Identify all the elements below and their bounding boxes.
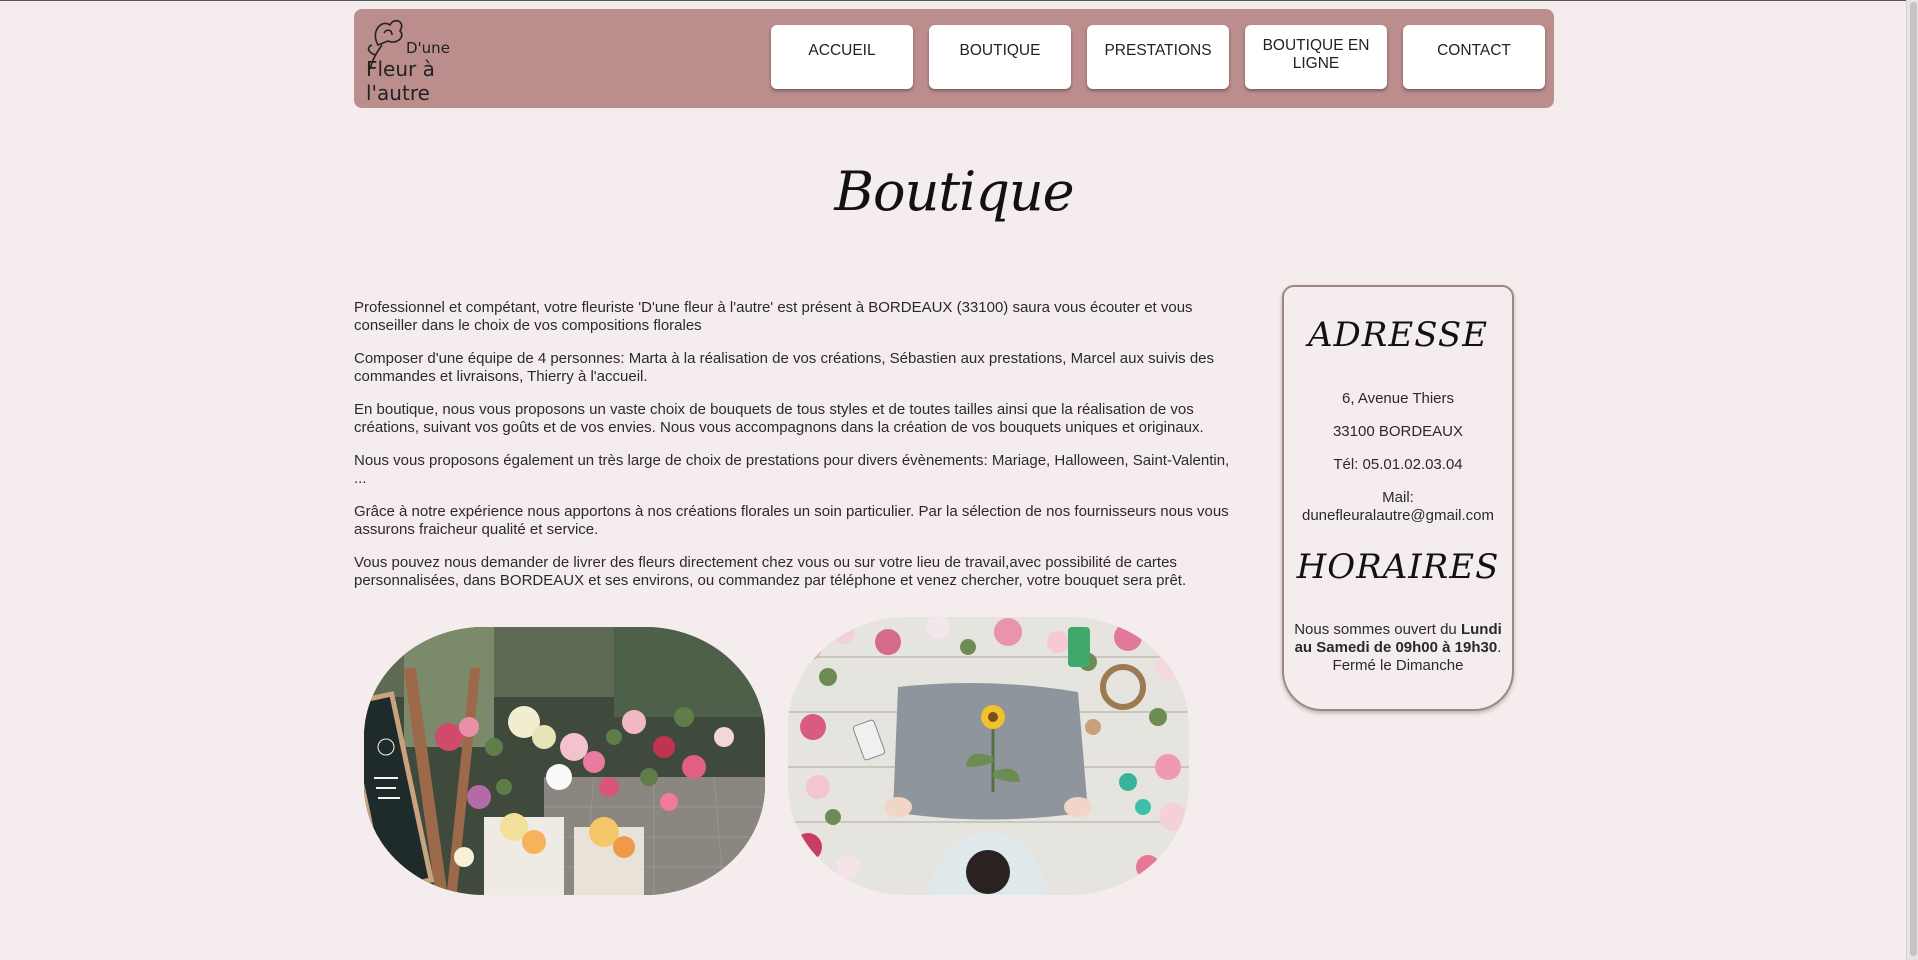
hours-suffix: . bbox=[1497, 639, 1502, 656]
paragraph: Vous pouvez nous demander de livrer des … bbox=[354, 554, 1187, 589]
paragraph: Grâce à notre expérience nous apportons … bbox=[354, 503, 1229, 538]
nav-boutique-en-ligne-button[interactable]: BOUTIQUE EN LIGNE bbox=[1245, 25, 1387, 89]
scrollbar-thumb[interactable] bbox=[1910, 2, 1917, 956]
hours-heading: HORAIRES bbox=[1296, 547, 1500, 587]
hours-prefix: Nous sommes ouvert du bbox=[1294, 621, 1461, 638]
address-heading: ADRESSE bbox=[1307, 315, 1489, 355]
mail-label: Mail: bbox=[1382, 489, 1414, 506]
nav-boutique-button[interactable]: BOUTIQUE bbox=[929, 25, 1071, 89]
address-street: 6, Avenue Thiers bbox=[1341, 390, 1455, 407]
phone-number: Tél: 05.01.02.03.04 bbox=[1333, 456, 1463, 473]
florist-workshop-photo bbox=[788, 617, 1189, 895]
page-title: Boutique bbox=[834, 160, 1074, 223]
nav-contact-button[interactable]: CONTACT bbox=[1403, 25, 1545, 89]
window-top-border bbox=[0, 0, 1918, 1]
address-hours-card: ADRESSE 6, Avenue Thiers 33100 BORDEAUX … bbox=[1282, 285, 1514, 711]
opening-hours: Nous sommes ouvert du Lundi au Samedi de… bbox=[1290, 621, 1506, 675]
page-scrollbar[interactable] bbox=[1906, 0, 1918, 960]
address-city: 33100 BORDEAUX bbox=[1332, 423, 1464, 440]
paragraph: En boutique, nous vous proposons un vast… bbox=[354, 401, 1204, 436]
mail-address[interactable]: dunefleuralautre@gmail.com bbox=[1284, 507, 1512, 525]
svg-text:l'autre: l'autre bbox=[366, 81, 430, 105]
paragraph: Professionnel et compétant, votre fleuri… bbox=[354, 299, 1193, 334]
svg-text:D'une: D'une bbox=[406, 39, 450, 57]
nav-prestations-button[interactable]: PRESTATIONS bbox=[1087, 25, 1229, 89]
closed-day: Fermé le Dimanche bbox=[1332, 657, 1464, 674]
main-nav: ACCUEIL BOUTIQUE PRESTATIONS BOUTIQUE EN… bbox=[771, 25, 1545, 89]
paragraph: Nous vous proposons également un très la… bbox=[354, 452, 1230, 487]
site-logo[interactable]: D'une Fleur à l'autre bbox=[360, 11, 456, 107]
svg-text:Fleur à: Fleur à bbox=[366, 57, 435, 81]
paragraph: Composer d'une équipe de 4 personnes: Ma… bbox=[354, 350, 1215, 385]
shop-front-photo bbox=[364, 627, 765, 895]
nav-accueil-button[interactable]: ACCUEIL bbox=[771, 25, 913, 89]
main-content: Professionnel et compétant, votre fleuri… bbox=[354, 299, 1239, 605]
site-header: D'une Fleur à l'autre ACCUEIL BOUTIQUE P… bbox=[354, 9, 1554, 108]
flower-logo-icon: D'une Fleur à l'autre bbox=[366, 19, 450, 105]
